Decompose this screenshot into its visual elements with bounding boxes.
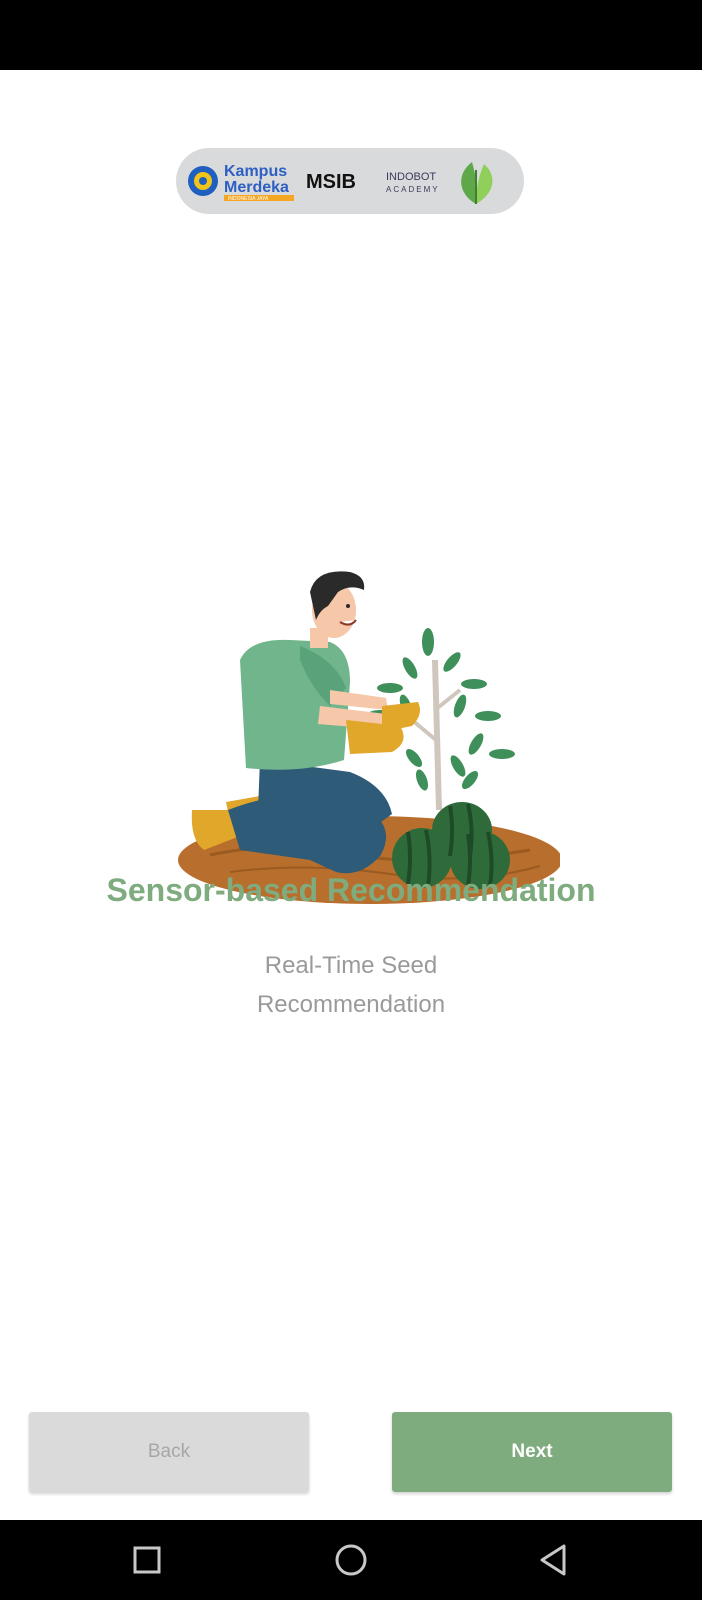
kampus-merdeka-logo: Kampus Merdeka INDONESIA JAYA (188, 163, 294, 202)
farmer-planting-illustration (160, 510, 562, 930)
msib-logo: MSIB (306, 171, 356, 193)
onboarding-screen: Kampus Merdeka INDONESIA JAYA MSIB INDOB… (0, 70, 702, 1520)
partner-logos: Kampus Merdeka INDONESIA JAYA MSIB INDOB… (176, 148, 524, 214)
onboarding-subtitle: Real-Time Seed Recommendation (256, 952, 446, 1018)
svg-text:Merdeka: Merdeka (224, 179, 289, 196)
onboarding-title: Sensor-based Recommendation (106, 872, 596, 908)
next-button[interactable]: Next (392, 1412, 672, 1492)
back-button[interactable]: Back (29, 1412, 309, 1492)
triangle-back-icon[interactable] (532, 1538, 576, 1582)
svg-text:INDONESIA JAYA: INDONESIA JAYA (228, 196, 269, 202)
leaf-icon (461, 162, 493, 204)
square-recents-icon[interactable] (125, 1538, 169, 1582)
circle-home-icon[interactable] (329, 1538, 373, 1582)
svg-text:Kampus: Kampus (224, 163, 287, 180)
system-navigation-bar (0, 1520, 702, 1600)
indobot-academy-logo: INDOBOT ACADEMY (386, 171, 440, 194)
status-bar (0, 0, 702, 70)
svg-text:ACADEMY: ACADEMY (386, 185, 440, 194)
svg-text:INDOBOT: INDOBOT (386, 171, 436, 183)
